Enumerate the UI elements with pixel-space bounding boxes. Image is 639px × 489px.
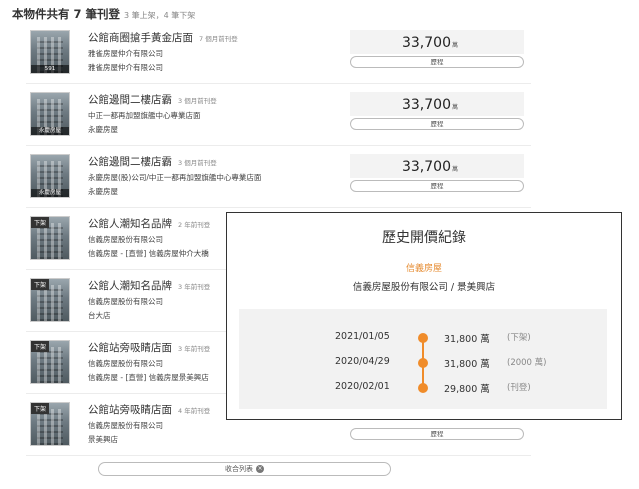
history-button[interactable]: 歷程 <box>350 428 524 440</box>
listing-thumbnail[interactable]: 下架 <box>30 278 70 322</box>
thumbnail-caption: 永慶房屋 <box>31 127 69 135</box>
listing-age: 3 個月前刊登 <box>178 97 217 105</box>
listing-age: 3 年前刊登 <box>178 283 211 291</box>
delisted-tag: 下架 <box>31 217 50 228</box>
price-unit: 萬 <box>451 166 458 173</box>
listing-thumbnail[interactable]: 下架 <box>30 402 70 446</box>
listing-age: 3 個月前刊登 <box>178 159 217 167</box>
listing-branch: 雅雀房屋仲介有限公司 <box>88 63 163 72</box>
listing-info: 公館邊間二樓店霸 3 個月前刊登永慶房屋(股)公司/中正一都再加盟旗艦中心專業店面… <box>88 154 358 197</box>
listing-price: 33,700萬 <box>350 92 524 116</box>
listing-title[interactable]: 公館邊間二樓店霸 <box>88 156 172 168</box>
price-unit: 萬 <box>451 104 458 111</box>
delisted-tag: 下架 <box>31 279 50 290</box>
listing-summary-header: 本物件共有 7 筆刊登 3 筆上架，4 筆下架 <box>12 6 195 22</box>
close-icon: × <box>256 465 264 473</box>
listing-branch: 永慶房屋 <box>88 125 118 134</box>
price-unit: 萬 <box>451 42 458 49</box>
listing-agency: 信義房屋股份有限公司 <box>88 421 163 430</box>
history-row: 2021/01/05 31,800 萬 (下架) <box>239 331 607 345</box>
listing-row[interactable]: 591 公館商圈搶手黃金店面 7 個月前刊登雅雀房屋仲介有限公司 雅雀房屋仲介有限公司… <box>26 22 531 84</box>
history-price: 31,800 萬 <box>444 334 490 345</box>
history-button[interactable]: 歷程 <box>350 118 524 130</box>
listing-info: 公館邊間二樓店霸 3 個月前刊登中正一都再加盟旗艦中心專業店面 永慶房屋 <box>88 92 358 135</box>
listing-age: 7 個月前刊登 <box>199 35 238 43</box>
price-history-popup: 歷史開價紀錄 信義房屋 信義房屋股份有限公司 / 景美興店 2021/01/05… <box>226 212 622 420</box>
listing-age: 3 年前刊登 <box>178 345 211 353</box>
listing-agency: 中正一都再加盟旗艦中心專業店面 <box>88 111 201 120</box>
popup-title: 歷史開價紀錄 <box>382 230 466 246</box>
company-name: 信義房屋股份有限公司 / 景美興店 <box>352 282 496 293</box>
listing-title[interactable]: 公館人潮知名品牌 <box>88 218 172 230</box>
timeline-dot <box>418 358 428 368</box>
delisted-tag: 下架 <box>31 341 50 352</box>
listing-title-line: 公館商圈搶手黃金店面 7 個月前刊登 <box>88 30 358 45</box>
history-date: 2020/04/29 <box>335 356 390 367</box>
listing-title[interactable]: 公館邊間二樓店霸 <box>88 94 172 106</box>
history-row: 2020/04/29 31,800 萬 (2000 萬) <box>239 356 607 370</box>
listing-title[interactable]: 公館站旁吸睛店面 <box>88 342 172 354</box>
listing-title[interactable]: 公館商圈搶手黃金店面 <box>88 32 193 44</box>
listing-status-text: 3 筆上架，4 筆下架 <box>124 11 196 20</box>
listing-info: 公館商圈搶手黃金店面 7 個月前刊登雅雀房屋仲介有限公司 雅雀房屋仲介有限公司 <box>88 30 358 73</box>
listing-title-line: 公館邊間二樓店霸 3 個月前刊登 <box>88 92 358 107</box>
history-price: 29,800 萬 <box>444 384 490 395</box>
history-panel: 2021/01/05 31,800 萬 (下架) 2020/04/29 31,8… <box>239 309 607 409</box>
listing-thumbnail[interactable]: 591 <box>30 30 70 74</box>
history-note: (2000 萬) <box>507 358 547 368</box>
listing-title-line: 公館邊間二樓店霸 3 個月前刊登 <box>88 154 358 169</box>
listing-thumbnail[interactable]: 永慶房屋 <box>30 154 70 198</box>
listing-age: 4 年前刊登 <box>178 407 211 415</box>
collapse-list-button[interactable]: 收合列表 × <box>98 462 391 476</box>
history-note: (刊登) <box>507 383 531 393</box>
delisted-tag: 下架 <box>31 403 50 414</box>
history-row: 2020/02/01 29,800 萬 (刊登) <box>239 381 607 395</box>
brand-name: 信義房屋 <box>405 264 442 274</box>
listing-price: 33,700萬 <box>350 30 524 54</box>
listing-thumbnail[interactable]: 永慶房屋 <box>30 92 70 136</box>
listing-thumbnail[interactable]: 下架 <box>30 216 70 260</box>
thumbnail-caption: 591 <box>31 65 69 73</box>
listing-branch: 永慶房屋 <box>88 187 118 196</box>
collapse-label: 收合列表 <box>225 465 253 473</box>
price-value: 33,700 <box>401 35 451 51</box>
price-value: 33,700 <box>401 159 451 175</box>
history-button[interactable]: 歷程 <box>350 56 524 68</box>
listing-age: 2 年前刊登 <box>178 221 211 229</box>
timeline-dot <box>418 333 428 343</box>
thumbnail-caption: 永慶房屋 <box>31 189 69 197</box>
listing-row[interactable]: 永慶房屋 公館邊間二樓店霸 3 個月前刊登 中正一都再加盟旗艦中心專業店面 永慶房屋 33… <box>26 84 531 146</box>
history-note: (下架) <box>507 333 531 343</box>
listing-title[interactable]: 公館人潮知名品牌 <box>88 280 172 292</box>
listing-count-text: 本物件共有 7 筆刊登 <box>12 7 121 21</box>
price-value: 33,700 <box>401 97 451 113</box>
listing-price: 33,700萬 <box>350 154 524 178</box>
listing-agency: 永慶房屋(股)公司/中正一都再加盟旗艦中心專業店面 <box>88 173 262 182</box>
listing-agency: 雅雀房屋仲介有限公司 <box>88 49 163 58</box>
listing-title[interactable]: 公館站旁吸睛店面 <box>88 404 172 416</box>
listing-branch: 景美興店 <box>88 435 118 444</box>
listing-row[interactable]: 永慶房屋 公館邊間二樓店霸 3 個月前刊登永慶房屋(股)公司/中正一都再加盟旗艦中心… <box>26 146 531 208</box>
history-button[interactable]: 歷程 <box>350 180 524 192</box>
history-date: 2020/02/01 <box>335 381 390 392</box>
history-date: 2021/01/05 <box>335 331 390 342</box>
history-price: 31,800 萬 <box>444 359 490 370</box>
timeline-dot <box>418 383 428 393</box>
listing-thumbnail[interactable]: 下架 <box>30 340 70 384</box>
